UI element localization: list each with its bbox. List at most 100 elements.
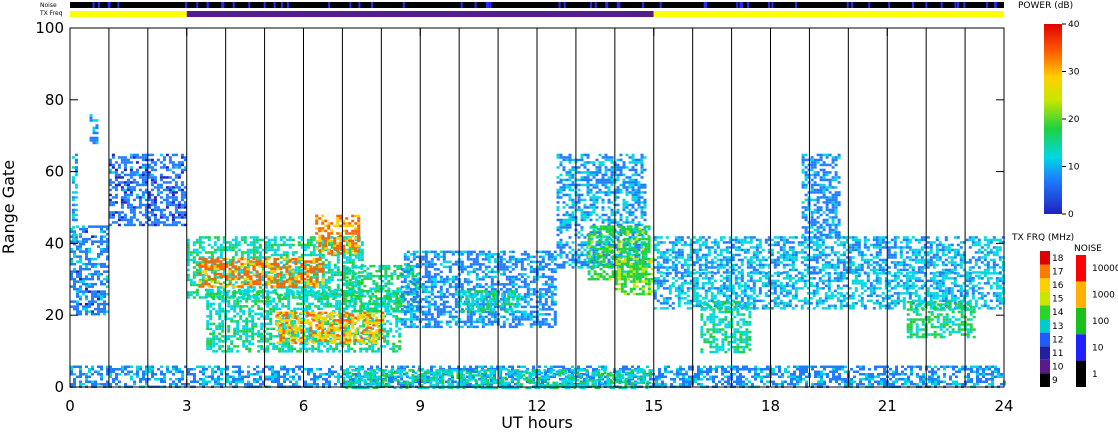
noise-fleck xyxy=(474,2,477,8)
noise-fleck xyxy=(963,2,966,8)
txfreq-swatch-8 xyxy=(1040,264,1050,279)
echo-region-15 xyxy=(653,236,1005,274)
noise-fleck xyxy=(280,2,283,8)
txfreq-colorbar-scale: 9 10 11 12 13 14 15 16 17 18 xyxy=(1040,251,1064,387)
noise-fleck xyxy=(912,2,914,8)
noise-fleck xyxy=(594,2,597,8)
x-tick-label-2: 6 xyxy=(299,397,309,415)
noise-fleck xyxy=(616,2,619,8)
txfreq-segment-0 xyxy=(70,11,187,17)
noise-fleck xyxy=(986,2,989,8)
noise-swatch-4 xyxy=(1076,255,1086,282)
txfreq-strip-label: TX Freq xyxy=(39,10,63,17)
txfreq-swatch-9 xyxy=(1040,251,1050,265)
txfreq-swatch-1 xyxy=(1040,359,1050,374)
txfreq-label-7: 16 xyxy=(1052,281,1064,291)
power-colorbar-ticks: 0 10 20 30 40 xyxy=(1062,20,1080,220)
x-tick-label-8: 24 xyxy=(994,397,1013,415)
noise-fleck xyxy=(196,2,199,8)
txfreq-swatch-0 xyxy=(1040,373,1050,387)
txfreq-swatch-5 xyxy=(1040,305,1050,319)
power-colorbar-title: POWER (dB) xyxy=(1018,1,1073,11)
noise-swatch-2 xyxy=(1076,307,1086,335)
noise-colorbar-title: NOISE xyxy=(1074,244,1102,254)
x-tick-label-7: 21 xyxy=(878,397,897,415)
x-axis-ticks: 0 3 6 9 12 15 18 21 24 xyxy=(65,28,1014,415)
noise-fleck xyxy=(846,2,849,8)
x-tick-label-3: 9 xyxy=(415,397,425,415)
y-tick-label-1: 20 xyxy=(45,306,64,324)
txfreq-colorbar: TX FRQ (MHz) 9 10 11 12 13 14 15 16 17 18 xyxy=(1011,233,1074,387)
noise-fleck xyxy=(771,2,774,8)
noise-fleck xyxy=(940,2,943,8)
noise-label-3: 1000 xyxy=(1092,291,1115,301)
echo-region-19 xyxy=(801,153,841,239)
noise-fleck xyxy=(107,2,110,8)
txfreq-segment-2 xyxy=(653,11,1004,17)
txfreq-segment-1 xyxy=(186,11,654,17)
noise-fleck xyxy=(273,2,276,8)
txfreq-swatch-4 xyxy=(1040,319,1050,333)
noise-fleck xyxy=(117,2,120,8)
echo-region-11 xyxy=(459,290,520,313)
power-tick-label-2: 20 xyxy=(1068,115,1080,125)
noise-fleck xyxy=(358,2,361,8)
txfreq-strip xyxy=(70,11,1004,17)
noise-fleck xyxy=(328,2,331,8)
noise-fleck xyxy=(206,2,209,8)
noise-fleck xyxy=(460,2,463,8)
noise-fleck xyxy=(371,2,373,8)
x-tick-label-0: 0 xyxy=(65,397,75,415)
noise-fleck xyxy=(97,2,100,8)
x-tick-label-1: 3 xyxy=(182,397,192,415)
power-colorbar-scale xyxy=(1044,24,1062,214)
txfreq-label-2: 11 xyxy=(1052,349,1063,359)
noise-fleck xyxy=(222,2,225,8)
y-tick-label-0: 0 xyxy=(54,378,64,396)
txfreq-label-5: 14 xyxy=(1052,308,1064,318)
txfreq-swatch-2 xyxy=(1040,346,1050,360)
txfreq-swatch-3 xyxy=(1040,332,1050,347)
noise-fleck xyxy=(248,2,251,8)
noise-fleck xyxy=(739,2,742,8)
y-tick-label-4: 80 xyxy=(45,91,64,109)
noise-fleck xyxy=(485,2,488,8)
noise-swatch-1 xyxy=(1076,334,1086,361)
echo-region-1 xyxy=(89,114,99,145)
noise-label-2: 100 xyxy=(1092,317,1109,327)
noise-strip xyxy=(70,2,1004,8)
noise-fleck xyxy=(954,2,957,8)
noise-fleck xyxy=(747,2,750,8)
noise-fleck xyxy=(185,2,188,8)
txfreq-swatch-7 xyxy=(1040,278,1050,292)
noise-fleck xyxy=(263,2,266,8)
noise-fleck xyxy=(768,2,770,8)
y-tick-label-5: 100 xyxy=(35,19,64,37)
noise-fleck xyxy=(888,2,891,8)
txfreq-colorbar-title: TX FRQ (MHz) xyxy=(1011,233,1074,243)
top-strips: Noise TX Freq xyxy=(39,2,1004,17)
noise-fleck xyxy=(795,2,798,8)
noise-fleck xyxy=(994,2,997,8)
noise-fleck xyxy=(286,2,289,8)
noise-colorbar-scale: 1 10 100 1000 10000 xyxy=(1076,255,1118,387)
power-tick-label-4: 40 xyxy=(1068,20,1080,30)
txfreq-swatch-6 xyxy=(1040,291,1050,306)
noise-swatch-0 xyxy=(1076,360,1086,387)
txfreq-label-9: 18 xyxy=(1052,254,1064,264)
noise-colorbar: NOISE 1 10 100 1000 10000 xyxy=(1074,244,1118,387)
noise-fleck xyxy=(642,2,645,8)
noise-label-0: 1 xyxy=(1092,370,1098,380)
noise-fleck xyxy=(925,2,928,8)
noise-fleck xyxy=(868,2,871,8)
txfreq-label-4: 13 xyxy=(1052,322,1063,332)
y-tick-label-2: 40 xyxy=(45,234,64,252)
power-colorbar: POWER (dB) 0 10 20 30 40 xyxy=(1018,1,1080,220)
txfreq-label-3: 12 xyxy=(1052,335,1063,345)
noise-fleck xyxy=(563,2,566,8)
power-tick-label-0: 0 xyxy=(1068,210,1074,220)
noise-fleck xyxy=(606,2,609,8)
noise-fleck xyxy=(558,2,561,8)
noise-label-4: 10000 xyxy=(1092,264,1118,274)
noise-fleck xyxy=(232,2,235,8)
